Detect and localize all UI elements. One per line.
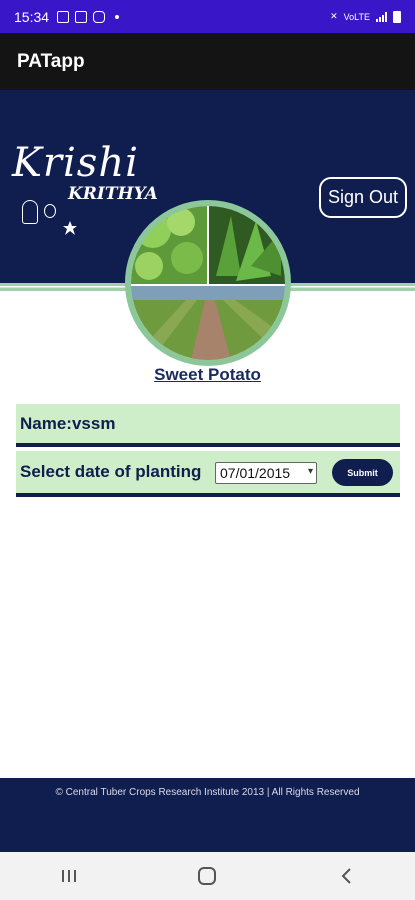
image-icon [57, 10, 70, 23]
planting-date-label: Select date of planting [20, 462, 202, 481]
recents-button[interactable] [39, 856, 99, 896]
crop-photo [125, 200, 291, 366]
network-label: VoLTE [343, 11, 370, 22]
crop-collage-image [131, 206, 285, 360]
planting-date-value: 07/01/2015 [220, 465, 291, 481]
footer-copyright: © Central Tuber Crops Research Institute… [55, 787, 360, 798]
planting-date-select[interactable]: 07/01/2015 ▾ [215, 462, 317, 484]
app-icon [75, 10, 88, 23]
status-bar: 15:34 ✕ VoLTE [0, 0, 415, 33]
submit-button[interactable]: Submit [332, 459, 393, 486]
signal-icon [376, 11, 387, 22]
status-system-icons: ✕ VoLTE [330, 10, 401, 23]
mute-icon: ✕ [330, 11, 338, 21]
name-row: Name:vssm [16, 404, 400, 447]
icar-emblem-icon [22, 200, 38, 224]
sign-out-button[interactable]: Sign Out [319, 177, 407, 218]
recents-icon [62, 870, 77, 882]
name-label: Name:vssm [20, 413, 116, 433]
app-bar: PATapp [0, 33, 415, 90]
battery-icon [393, 10, 401, 23]
system-nav-bar [0, 852, 415, 900]
leaf-icon [63, 221, 77, 235]
dot-icon [115, 14, 120, 19]
footer: © Central Tuber Crops Research Institute… [0, 778, 415, 852]
ctcri-emblem-icon [44, 204, 56, 218]
back-button[interactable] [316, 856, 376, 896]
status-time: 15:34 [14, 8, 50, 25]
app-title: PATapp [17, 50, 85, 72]
logo-krishi-text: Krishi [12, 140, 139, 186]
status-notifications [57, 10, 120, 23]
home-button[interactable] [177, 856, 237, 896]
back-icon [341, 868, 351, 884]
logo-emblems [22, 200, 78, 236]
home-icon [198, 867, 217, 885]
logo-krithya-text: KRITHYA [68, 184, 158, 204]
chevron-down-icon: ▾ [307, 466, 313, 477]
planting-date-row: Select date of planting 07/01/2015 ▾ Sub… [16, 451, 400, 497]
crop-name-link[interactable]: Sweet Potato [0, 365, 415, 385]
instagram-icon [93, 10, 106, 23]
